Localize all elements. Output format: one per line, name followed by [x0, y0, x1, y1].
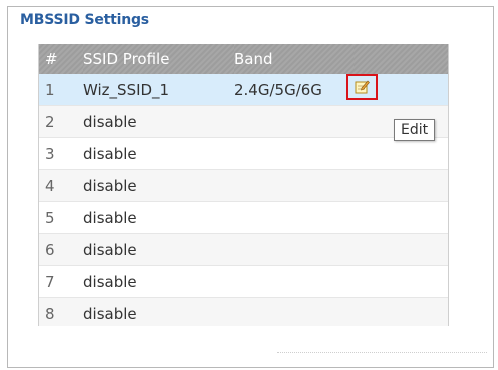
header-ssid-profile[interactable]: SSID Profile — [83, 44, 234, 74]
edit-tooltip: Edit — [394, 119, 436, 141]
edit-button[interactable] — [346, 74, 378, 100]
row-ssid-profile: disable — [83, 233, 234, 266]
row-actions — [346, 74, 448, 106]
table-row[interactable]: 4 disable — [39, 169, 448, 202]
mbssid-table: # SSID Profile Band 1 Wiz_SSID_1 2.4G/5G… — [39, 44, 448, 326]
row-band: 2.4G/5G/6G — [234, 74, 354, 106]
row-ssid-profile: disable — [83, 297, 234, 326]
row-number: 8 — [39, 297, 83, 326]
row-number: 6 — [39, 233, 83, 266]
header-number: # — [39, 44, 83, 74]
row-number: 2 — [39, 105, 83, 138]
table-row[interactable]: 2 disable — [39, 105, 448, 138]
row-band — [234, 201, 354, 234]
row-ssid-profile: disable — [83, 105, 234, 138]
row-band — [234, 297, 354, 326]
row-number: 4 — [39, 169, 83, 202]
row-band — [234, 233, 354, 266]
row-ssid-profile: Wiz_SSID_1 — [83, 74, 234, 106]
row-ssid-profile: disable — [83, 137, 234, 170]
table-row[interactable]: 8 disable — [39, 297, 448, 326]
row-number: 3 — [39, 137, 83, 170]
row-actions — [354, 265, 448, 298]
row-band — [234, 169, 354, 202]
row-band — [234, 137, 354, 170]
row-ssid-profile: disable — [83, 265, 234, 298]
row-ssid-profile: disable — [83, 201, 234, 234]
edit-pencil-icon — [355, 80, 370, 94]
row-actions — [354, 297, 448, 326]
section-title: MBSSID Settings — [20, 12, 149, 28]
table-row[interactable]: 5 disable — [39, 201, 448, 234]
row-actions — [354, 137, 448, 170]
row-band — [234, 105, 354, 138]
header-band[interactable]: Band — [234, 44, 354, 74]
table-row[interactable]: 3 disable — [39, 137, 448, 170]
table-row[interactable]: 7 disable — [39, 265, 448, 298]
row-number: 1 — [39, 74, 83, 106]
row-actions — [354, 169, 448, 202]
table-header-row: # SSID Profile Band — [39, 44, 448, 74]
header-actions — [354, 44, 448, 74]
row-ssid-profile: disable — [83, 169, 234, 202]
table-row[interactable]: 1 Wiz_SSID_1 2.4G/5G/6G — [39, 74, 448, 106]
divider — [277, 352, 487, 353]
row-band — [234, 265, 354, 298]
mbssid-table-container: # SSID Profile Band 1 Wiz_SSID_1 2.4G/5G… — [38, 44, 449, 326]
row-actions — [354, 233, 448, 266]
row-number: 5 — [39, 201, 83, 234]
row-number: 7 — [39, 265, 83, 298]
table-row[interactable]: 6 disable — [39, 233, 448, 266]
row-actions — [354, 201, 448, 234]
